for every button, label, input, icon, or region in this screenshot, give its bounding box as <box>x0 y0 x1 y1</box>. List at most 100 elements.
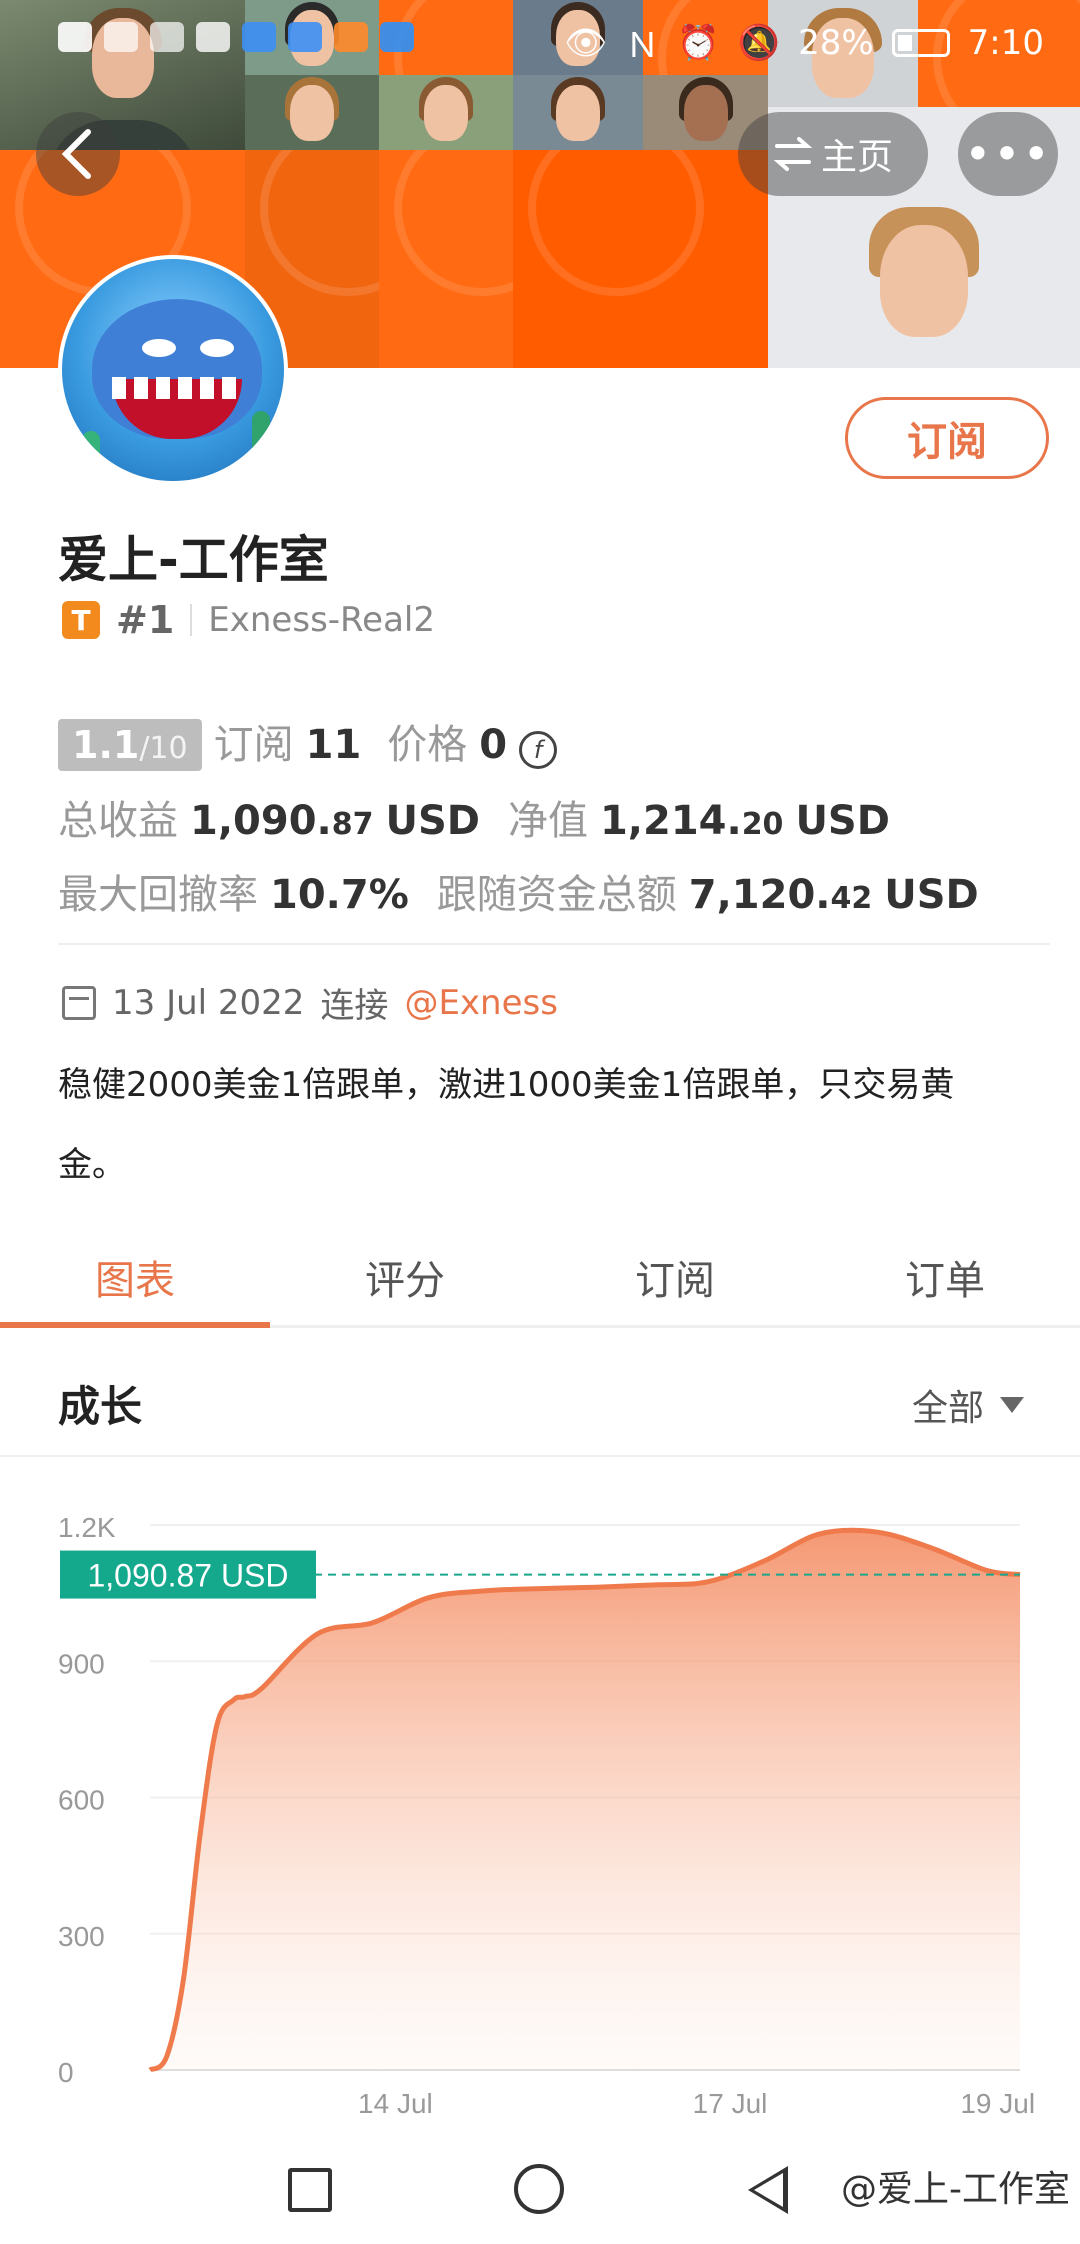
chevron-left-icon <box>61 129 91 179</box>
seaweed <box>252 411 270 481</box>
stats-row-3: 最大回撤率 10.7% 跟随资金总额 7,120.42 USD <box>58 862 979 920</box>
subscriptions-count: 11 <box>305 722 362 768</box>
banner-photo <box>245 75 379 150</box>
clock: 7:10 <box>967 22 1044 63</box>
equity-int: 1,214. <box>599 798 742 844</box>
section-title: 成长 <box>58 1382 143 1431</box>
hd-icon <box>58 22 92 52</box>
equity-label: 净值 <box>507 798 588 844</box>
follow-funds-int: 7,120. <box>688 872 831 918</box>
x-tick-label: 19 Jul <box>960 2088 1035 2119</box>
search-app-icon <box>380 22 414 52</box>
total-profit-label: 总收益 <box>58 798 178 844</box>
subscribe-button[interactable]: 订阅 <box>845 397 1049 479</box>
total-profit-dec: 87 <box>331 807 374 842</box>
battery-icon <box>891 28 950 57</box>
back-button[interactable] <box>36 112 120 196</box>
y-tick-label: 0 <box>58 2057 74 2088</box>
connection-date: 13 Jul 2022 <box>112 982 305 1023</box>
system-nav-bar: @爱上-工作室 <box>0 2140 1080 2244</box>
status-bar: 👁 Ｎ ⏰ 🔕 28% 7:10 <box>0 0 1080 80</box>
growth-chart[interactable]: 1.2K 900 600 300 0 1,090.87 USD 14 Jul 17 Jul 19… <box>0 1480 1080 2130</box>
stats-row-1: 1.1/10 订阅 11 价格 0 f <box>58 712 558 771</box>
trader-badge: T <box>62 601 100 639</box>
total-profit-int: 1,090. <box>190 798 332 844</box>
divider <box>190 604 193 636</box>
server-name: Exness-Real2 <box>208 600 435 640</box>
banner-photo <box>379 75 513 150</box>
rank: #1 <box>116 598 175 642</box>
profile-name: 爱上-工作室 <box>58 531 329 589</box>
video-app-icon <box>334 22 368 52</box>
nfc-icon: Ｎ <box>625 26 660 66</box>
banner-pattern <box>379 150 513 368</box>
x-tick-label: 17 Jul <box>693 2088 768 2119</box>
signal-icon <box>104 22 138 52</box>
score-max: /10 <box>139 731 188 766</box>
tab-chart[interactable]: 图表 <box>0 1228 270 1328</box>
home-label: 主页 <box>820 137 893 178</box>
alarm-icon: ⏰ <box>677 22 720 63</box>
home-nav-button[interactable] <box>514 2164 564 2214</box>
divider <box>58 943 1050 945</box>
watermark: @爱上-工作室 <box>841 2169 1070 2210</box>
screen: 👁 Ｎ ⏰ 🔕 28% 7:10 主页 ••• 订阅 爱上-工作室 T #1 E… <box>0 0 1080 2244</box>
signal-icon <box>150 22 184 52</box>
connection-row: 13 Jul 2022 连接 @Exness <box>62 978 558 1027</box>
status-icons-right: 👁 Ｎ ⏰ 🔕 28% 7:10 <box>564 18 1044 67</box>
stats-row-2: 总收益 1,090.87 USD 净值 1,214.20 USD <box>58 788 890 846</box>
subscriptions-label: 订阅 <box>213 722 294 768</box>
current-value-label: 1,090.87 USD <box>87 1558 288 1594</box>
home-button[interactable]: 主页 <box>738 112 928 196</box>
mascot-teeth <box>112 377 242 399</box>
mascot-eye <box>200 339 234 357</box>
recents-button[interactable] <box>288 2168 332 2212</box>
max-drawdown-value: 10.7% <box>270 872 409 918</box>
y-tick-label: 900 <box>58 1648 105 1679</box>
follow-funds-dec: 42 <box>830 881 873 916</box>
equity-unit: USD <box>795 798 890 844</box>
coin-icon: f <box>519 731 558 769</box>
range-filter-label: 全部 <box>911 1388 984 1429</box>
avatar[interactable] <box>58 255 288 485</box>
broker-link[interactable]: @Exness <box>404 983 558 1023</box>
tab-subscriptions[interactable]: 订阅 <box>540 1228 810 1325</box>
total-profit-unit: USD <box>385 798 480 844</box>
tab-orders[interactable]: 订单 <box>810 1228 1080 1325</box>
back-nav-button[interactable] <box>748 2166 788 2214</box>
more-button[interactable]: ••• <box>958 112 1058 196</box>
battery-percent: 28% <box>798 22 874 63</box>
follow-funds-label: 跟随资金总额 <box>436 872 677 918</box>
growth-section-header: 成长 全部 <box>0 1345 1080 1457</box>
app-icon <box>288 22 322 52</box>
price-value: 0 <box>479 722 508 768</box>
max-drawdown-label: 最大回撤率 <box>58 872 258 918</box>
y-tick-label: 1.2K <box>58 1512 116 1543</box>
strategy-description: 稳健2000美金1倍跟单，激进1000美金1倍跟单，只交易黄金。 <box>58 1065 955 1185</box>
calendar-icon <box>62 985 96 1020</box>
seaweed <box>82 431 100 481</box>
tab-rating[interactable]: 评分 <box>270 1228 540 1325</box>
score-value: 1.1 <box>72 723 140 767</box>
connection-label: 连接 <box>320 986 389 1026</box>
y-tick-label: 600 <box>58 1785 105 1816</box>
growth-area <box>150 1530 1020 2070</box>
equity-dec: 20 <box>741 807 784 842</box>
rank-row: T #1 Exness-Real2 <box>62 598 435 642</box>
eye-icon: 👁 <box>564 22 608 63</box>
more-icon: ••• <box>964 127 1052 181</box>
mascot-eye <box>142 339 176 357</box>
status-icons-left <box>58 22 414 52</box>
price-label: 价格 <box>387 722 468 768</box>
follow-funds-unit: USD <box>884 872 979 918</box>
cloud-app-icon <box>242 22 276 52</box>
caret-down-icon <box>1000 1397 1024 1413</box>
tab-bar: 图表 评分 订阅 订单 <box>0 1228 1080 1328</box>
y-tick-label: 300 <box>58 1921 105 1952</box>
x-tick-label: 14 Jul <box>358 2088 433 2119</box>
wifi-icon <box>196 22 230 52</box>
banner-photo <box>513 75 643 150</box>
mute-icon: 🔕 <box>737 22 781 63</box>
range-filter-dropdown[interactable]: 全部 <box>912 1379 1024 1431</box>
banner-pattern <box>513 150 768 368</box>
